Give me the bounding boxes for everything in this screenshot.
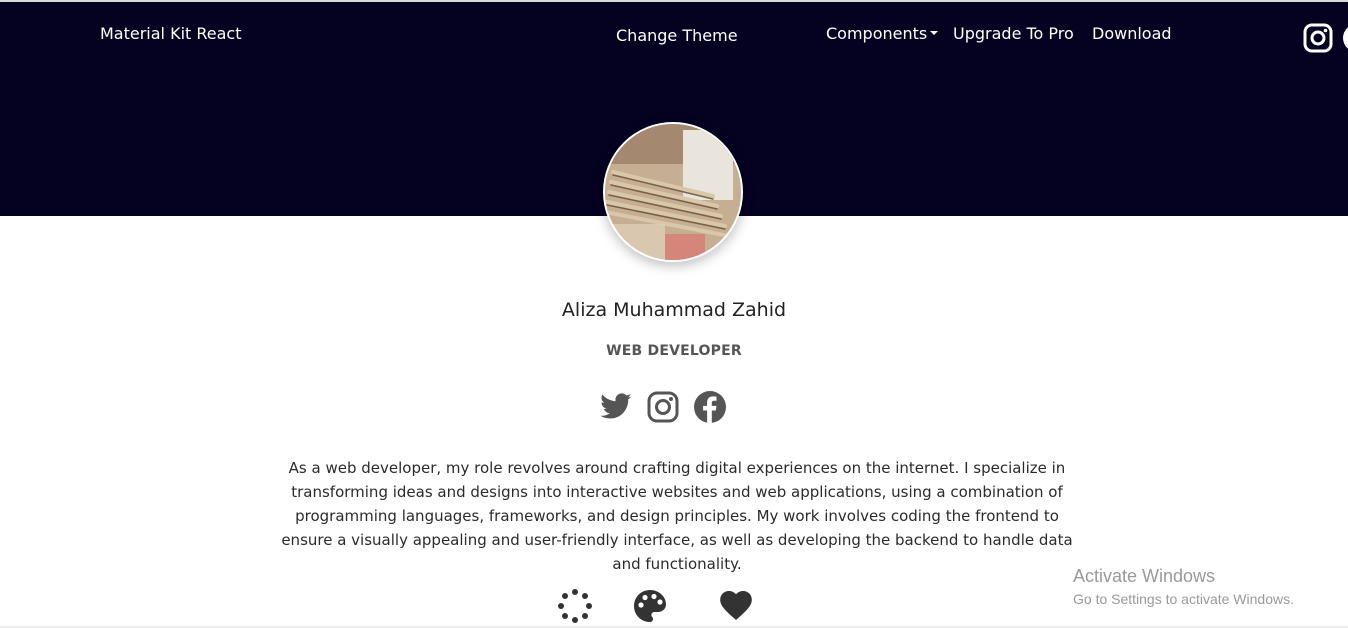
activate-windows-title: Activate Windows — [1073, 566, 1216, 586]
instagram-icon[interactable] — [1303, 23, 1333, 53]
upgrade-to-pro-link[interactable]: Upgrade To Pro — [953, 24, 1074, 43]
facebook-icon[interactable] — [693, 390, 727, 424]
change-theme-button[interactable]: Change Theme — [616, 26, 738, 45]
profile-name: Aliza Muhammad Zahid — [561, 299, 787, 321]
activate-windows-subtitle: Go to Settings to activate Windows. — [1073, 591, 1294, 607]
profile-bio: As a web developer, my role revolves aro… — [281, 459, 1073, 573]
components-dropdown[interactable]: Components — [826, 24, 939, 43]
brand-link[interactable]: Material Kit React — [100, 24, 242, 43]
nav-more-icon[interactable] — [1343, 24, 1348, 52]
components-label: Components — [826, 24, 928, 43]
download-link[interactable]: Download — [1092, 24, 1172, 43]
instagram-icon[interactable] — [646, 390, 680, 424]
twitter-icon[interactable] — [599, 390, 633, 424]
avatar — [603, 122, 743, 262]
palette-icon — [632, 588, 668, 624]
loading-spinner-icon — [557, 588, 593, 624]
heart-icon — [718, 588, 754, 624]
caret-down-icon — [930, 30, 939, 35]
profile-title: WEB DEVELOPER — [606, 343, 742, 359]
